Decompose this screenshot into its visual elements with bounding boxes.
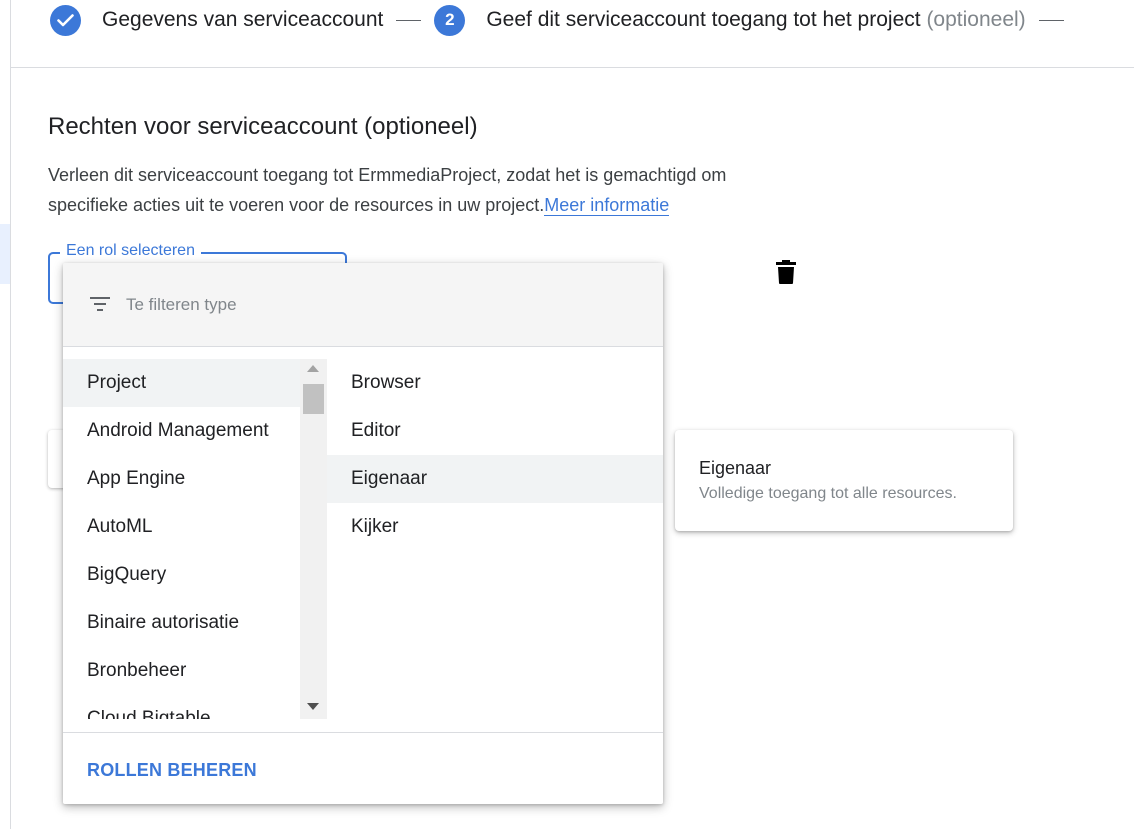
step-connector: [1038, 19, 1064, 21]
trash-icon[interactable]: [774, 259, 798, 285]
scroll-down-arrow-icon[interactable]: [307, 703, 319, 710]
filter-bar: [63, 263, 663, 347]
category-item-bigquery[interactable]: BigQuery: [63, 551, 300, 599]
role-item-editor[interactable]: Editor: [327, 407, 663, 455]
step-2-optional: (optioneel): [926, 8, 1026, 31]
stepper: Gegevens van serviceaccount 2 Geef dit s…: [50, 0, 1077, 40]
section-title: Rechten voor serviceaccount (optioneel): [48, 113, 478, 140]
filter-icon: [90, 296, 110, 312]
step-connector: [396, 19, 422, 21]
step-2-title: Geef dit serviceaccount toegang tot het …: [486, 8, 921, 31]
left-rail-divider: [10, 0, 11, 829]
stepper-divider: [11, 67, 1134, 68]
role-item-kijker[interactable]: Kijker: [327, 503, 663, 551]
tooltip-title: Eigenaar: [699, 458, 772, 478]
category-item-android-management[interactable]: Android Management: [63, 407, 300, 455]
tooltip-description: Volledige toegang tot alle resources.: [699, 485, 957, 502]
role-dropdown-menu: Project Android Management App Engine Au…: [63, 263, 663, 804]
filter-input[interactable]: [126, 291, 626, 319]
check-circle-icon: [50, 4, 81, 36]
manage-roles-button[interactable]: ROLLEN BEHEREN: [87, 760, 257, 781]
role-item-eigenaar[interactable]: Eigenaar: [327, 455, 663, 503]
service-account-permissions-page: Gegevens van serviceaccount 2 Geef dit s…: [0, 0, 1134, 829]
role-item-browser[interactable]: Browser: [327, 359, 663, 407]
scroll-up-arrow-icon[interactable]: [307, 365, 319, 372]
step-1-label[interactable]: Gegevens van serviceaccount: [102, 8, 383, 32]
role-list: Browser Editor Eigenaar Kijker: [327, 359, 663, 551]
category-item-project[interactable]: Project: [63, 359, 300, 407]
category-item-cloud-bigtable[interactable]: Cloud Bigtable: [63, 695, 300, 719]
learn-more-link[interactable]: Meer informatie: [544, 195, 670, 216]
step-2-number: 2: [434, 4, 466, 36]
scrollbar-thumb[interactable]: [303, 384, 324, 414]
category-list: Project Android Management App Engine Au…: [63, 359, 300, 719]
step-2-label[interactable]: Geef dit serviceaccount toegang tot het …: [486, 8, 1025, 32]
category-item-binaire-autorisatie[interactable]: Binaire autorisatie: [63, 599, 300, 647]
dropdown-footer-divider: [63, 732, 663, 733]
role-select-label: Een rol selecteren: [60, 242, 201, 260]
section-description: Verleen dit serviceaccount toegang tot E…: [48, 160, 808, 220]
left-rail-highlight: [0, 224, 10, 284]
category-scrollbar[interactable]: [300, 359, 327, 719]
category-item-app-engine[interactable]: App Engine: [63, 455, 300, 503]
role-tooltip: Eigenaar Volledige toegang tot alle reso…: [675, 430, 1013, 531]
category-item-bronbeheer[interactable]: Bronbeheer: [63, 647, 300, 695]
category-item-automl[interactable]: AutoML: [63, 503, 300, 551]
